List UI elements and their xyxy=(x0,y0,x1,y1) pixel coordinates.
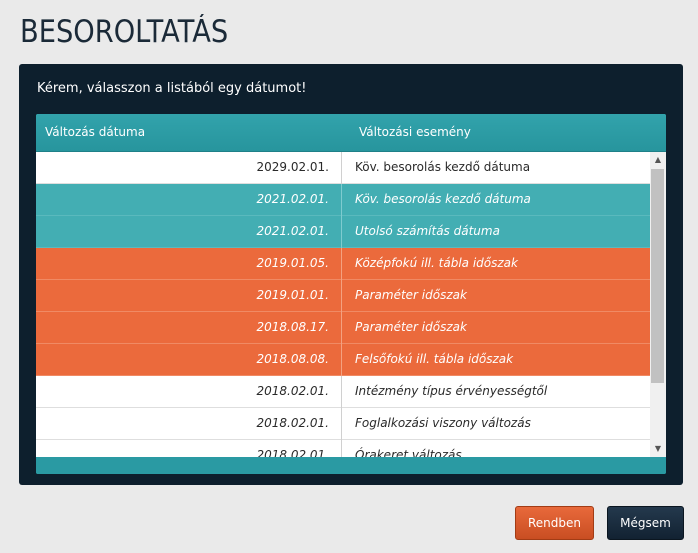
row-event: Paraméter időszak xyxy=(355,320,467,334)
row-date: 2029.02.01. xyxy=(36,152,342,184)
row-date: 2018.02.01. xyxy=(36,376,342,408)
table-header: Változás dátuma Változási esemény xyxy=(36,114,666,152)
vertical-scrollbar[interactable]: ▲ ▼ xyxy=(650,152,666,457)
table-row[interactable]: 2018.02.01. Órakeret változás xyxy=(36,440,650,457)
table-row[interactable]: 2018.02.01. Intézmény típus érvényességtő… xyxy=(36,376,650,408)
row-event: Órakeret változás xyxy=(355,448,462,457)
table-row[interactable]: 2019.01.05. Középfokú ill. tábla időszak xyxy=(36,248,650,280)
selection-panel: Kérem, válasszon a listából egy dátumot!… xyxy=(19,64,683,485)
table-row[interactable]: 2021.02.01. Utolsó számítás dátuma xyxy=(36,216,650,248)
prompt-text: Kérem, válasszon a listából egy dátumot! xyxy=(37,81,307,96)
row-event: Középfokú ill. tábla időszak xyxy=(355,256,518,270)
row-date: 2018.08.08. xyxy=(36,344,342,376)
row-event: Köv. besorolás kezdő dátuma xyxy=(355,192,531,206)
row-event: Foglalkozási viszony változás xyxy=(355,416,531,430)
row-date: 2018.08.17. xyxy=(36,312,342,344)
header-change-date[interactable]: Változás dátuma xyxy=(45,125,145,139)
cancel-button[interactable]: Mégsem xyxy=(607,506,684,540)
table-row[interactable]: 2018.08.08. Felsőfokú ill. tábla időszak xyxy=(36,344,650,376)
table-row[interactable]: 2019.01.01. Paraméter időszak xyxy=(36,280,650,312)
table-row[interactable]: 2018.08.17. Paraméter időszak xyxy=(36,312,650,344)
row-event: Utolsó számítás dátuma xyxy=(355,224,500,238)
table-body: 2029.02.01. Köv. besorolás kezdő dátuma 20… xyxy=(36,152,650,457)
date-table: Változás dátuma Változási esemény 2029.0… xyxy=(36,114,666,474)
row-date: 2019.01.05. xyxy=(36,248,342,280)
row-date: 2018.02.01. xyxy=(36,408,342,440)
scroll-thumb[interactable] xyxy=(651,169,664,383)
row-event: Köv. besorolás kezdő dátuma xyxy=(355,160,531,174)
row-date: 2021.02.01. xyxy=(36,184,342,216)
row-event: Intézmény típus érvényességtől xyxy=(355,384,548,398)
row-event: Paraméter időszak xyxy=(355,288,467,302)
row-date: 2019.01.01. xyxy=(36,280,342,312)
row-date: 2021.02.01. xyxy=(36,216,342,248)
table-row[interactable]: 2018.02.01. Foglalkozási viszony változás xyxy=(36,408,650,440)
row-event: Felsőfokú ill. tábla időszak xyxy=(355,352,514,366)
chevron-up-icon[interactable]: ▲ xyxy=(650,152,666,168)
ok-button[interactable]: Rendben xyxy=(515,506,594,540)
dialog-title: BESOROLTATÁS xyxy=(20,14,229,50)
row-date: 2018.02.01. xyxy=(36,440,342,457)
table-footer xyxy=(36,457,666,474)
table-row[interactable]: 2029.02.01. Köv. besorolás kezdő dátuma xyxy=(36,152,650,184)
chevron-down-icon[interactable]: ▼ xyxy=(650,441,666,457)
header-change-event[interactable]: Változási esemény xyxy=(359,125,471,139)
table-row[interactable]: 2021.02.01. Köv. besorolás kezdő dátuma xyxy=(36,184,650,216)
